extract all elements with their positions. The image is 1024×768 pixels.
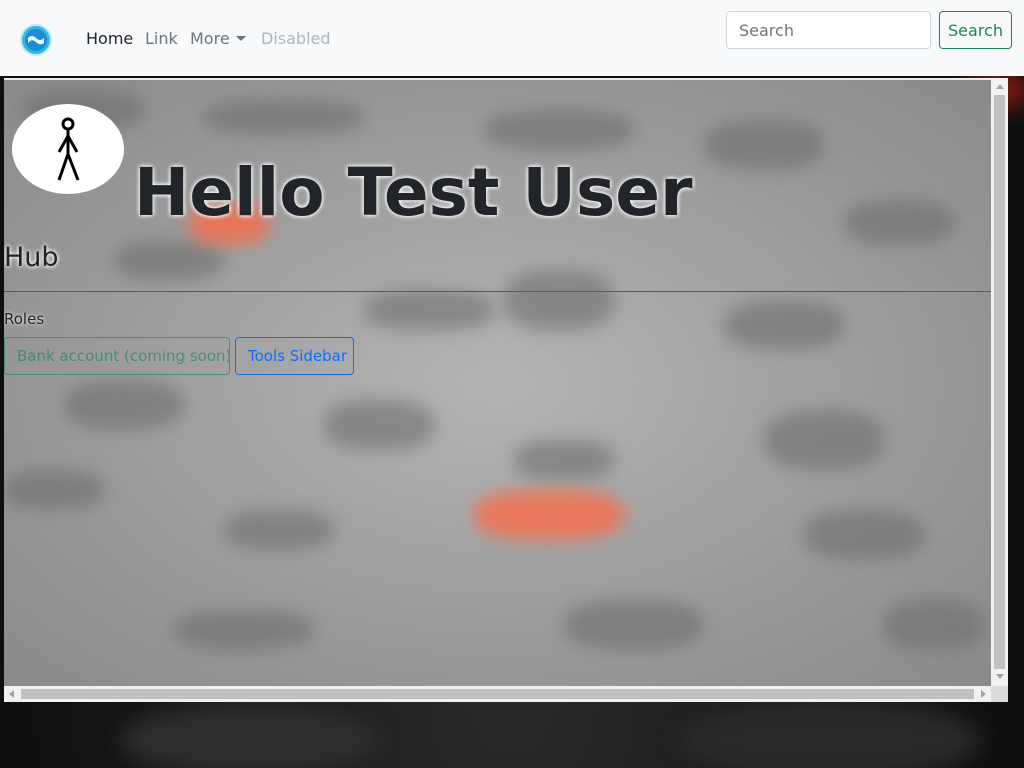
backdrop-shape [704,120,824,170]
backdrop-shape [64,380,184,430]
nav-link-home[interactable]: Home [86,29,133,49]
vertical-scroll-thumb[interactable] [994,95,1005,669]
backdrop-shape [114,240,224,280]
nav-link-link[interactable]: Link [145,29,178,49]
scroll-down-arrow-icon[interactable] [996,674,1004,679]
horizontal-scrollbar[interactable] [4,686,991,702]
search-input[interactable] [726,11,931,49]
brand-logo[interactable] [20,24,52,56]
search-button[interactable]: Search [939,11,1012,49]
scroll-right-arrow-icon[interactable] [981,690,986,698]
backdrop-shape [504,270,614,330]
backdrop-shape [884,600,984,650]
nav-dropdown-more-label: More [190,29,230,48]
background-shape [680,700,980,768]
bank-account-button: Bank account (coming soon) [4,337,231,375]
horizontal-scroll-thumb[interactable] [21,689,974,699]
globe-logo-icon [20,24,52,56]
backdrop-shape [204,100,364,135]
background-shape [120,705,380,768]
backdrop-shape [724,300,844,350]
backdrop-shape [224,510,334,550]
hub-content: Hello Test User Hub Roles Bank account (… [4,80,991,686]
backdrop-shape [484,110,634,150]
tools-sidebar-button[interactable]: Tools Sidebar [235,337,354,375]
backdrop-shape [514,440,614,480]
greeting-title: Hello Test User [134,154,693,231]
backdrop-shape [564,600,704,650]
hub-heading: Hub [4,242,59,273]
section-divider [4,291,991,292]
roles-label: Roles [4,310,45,328]
caret-down-icon [235,36,246,41]
top-navbar: Home Link More Disabled Search [0,0,1024,76]
stick-figure-avatar-icon [57,117,80,181]
vertical-scrollbar[interactable] [991,78,1008,686]
scroll-left-arrow-icon[interactable] [9,690,14,698]
nav-dropdown-more[interactable]: More [190,29,246,49]
backdrop-shape [764,410,884,470]
backdrop-shape [804,510,924,560]
avatar [12,104,124,194]
scroll-up-arrow-icon[interactable] [996,84,1004,89]
nav-link-disabled: Disabled [261,29,331,48]
scrollbar-corner [991,686,1008,702]
backdrop-shape [4,470,104,510]
hub-frame: Hello Test User Hub Roles Bank account (… [4,78,1008,702]
backdrop-shape [474,490,624,540]
backdrop-shape [324,400,434,450]
backdrop-shape [844,200,954,245]
backdrop-shape [364,290,494,330]
backdrop-shape [174,610,314,650]
